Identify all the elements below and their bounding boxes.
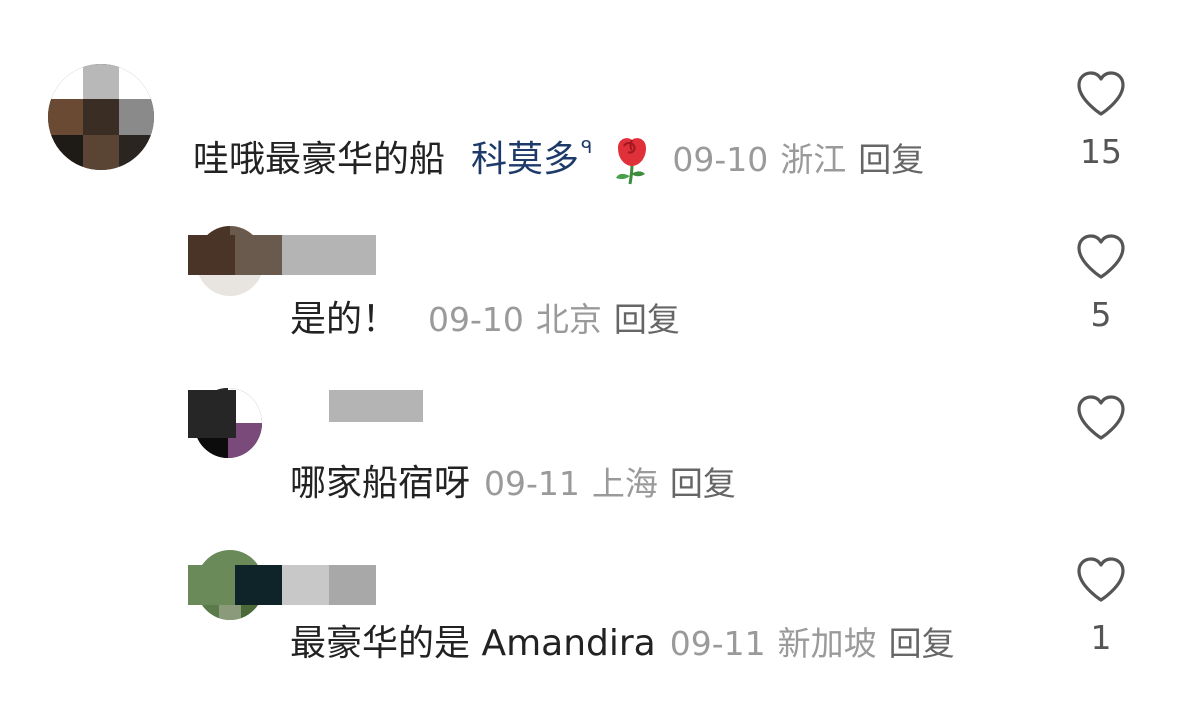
comment-2: 是的！ 09-10 北京 回复 5: [0, 200, 1179, 360]
comment-text-line: 哇哦最豪华的船 科莫多 ᑫ 09-10 浙江 回复: [193, 134, 924, 186]
like-button[interactable]: 1: [1074, 556, 1128, 658]
like-count: 5: [1090, 295, 1112, 334]
mention-link[interactable]: 科莫多: [471, 136, 579, 184]
heart-outline-icon: [1077, 71, 1125, 116]
username-redacted: [188, 235, 376, 275]
comment-body: 最豪华的是 Amandira: [290, 623, 656, 664]
comment-location: 浙江: [780, 140, 847, 179]
heart-outline-icon: [1077, 234, 1125, 279]
like-button[interactable]: [1074, 394, 1128, 456]
username-redacted: [329, 390, 423, 422]
reply-button[interactable]: 回复: [889, 620, 955, 668]
comment-3: 哪家船宿呀 09-11 上海 回复: [0, 360, 1179, 520]
comment-body: 哪家船宿呀: [290, 463, 471, 504]
comment-date: 09-10: [428, 300, 524, 339]
comment-location: 新加坡: [777, 624, 877, 663]
reply-button[interactable]: 回复: [670, 460, 736, 508]
avatar[interactable]: [48, 64, 154, 170]
comment-text-line: 是的！ 09-10 北京 回复: [290, 296, 680, 344]
username-redacted: [188, 390, 236, 438]
comment-date: 09-11: [484, 464, 580, 503]
comment-date: 09-10: [672, 140, 769, 179]
comment-location: 上海: [591, 464, 658, 503]
heart-outline-icon: [1077, 395, 1125, 440]
comment-location: 北京: [535, 300, 602, 339]
like-button[interactable]: 5: [1074, 233, 1128, 335]
comment-1: 哇哦最豪华的船 科莫多 ᑫ 09-10 浙江 回复 15: [0, 0, 1179, 200]
reply-button[interactable]: 回复: [858, 136, 924, 184]
username-redacted: [188, 565, 376, 605]
comment-date: 09-11: [669, 624, 766, 663]
like-count: 15: [1080, 132, 1122, 171]
comment-text-line: 最豪华的是 Amandira 09-11 新加坡 回复: [290, 620, 955, 668]
comment-4: 最豪华的是 Amandira 09-11 新加坡 回复 1: [0, 520, 1179, 718]
like-button[interactable]: 15: [1074, 70, 1128, 172]
comment-body: 哇哦最豪华的船: [193, 139, 446, 180]
rose-emoji-icon: [610, 134, 654, 186]
reply-button[interactable]: 回复: [614, 296, 680, 344]
heart-outline-icon: [1077, 557, 1125, 602]
comment-text-line: 哪家船宿呀 09-11 上海 回复: [290, 460, 736, 508]
like-count: 1: [1090, 618, 1112, 657]
comment-body: 是的！: [290, 299, 399, 340]
search-icon[interactable]: ᑫ: [581, 124, 592, 172]
